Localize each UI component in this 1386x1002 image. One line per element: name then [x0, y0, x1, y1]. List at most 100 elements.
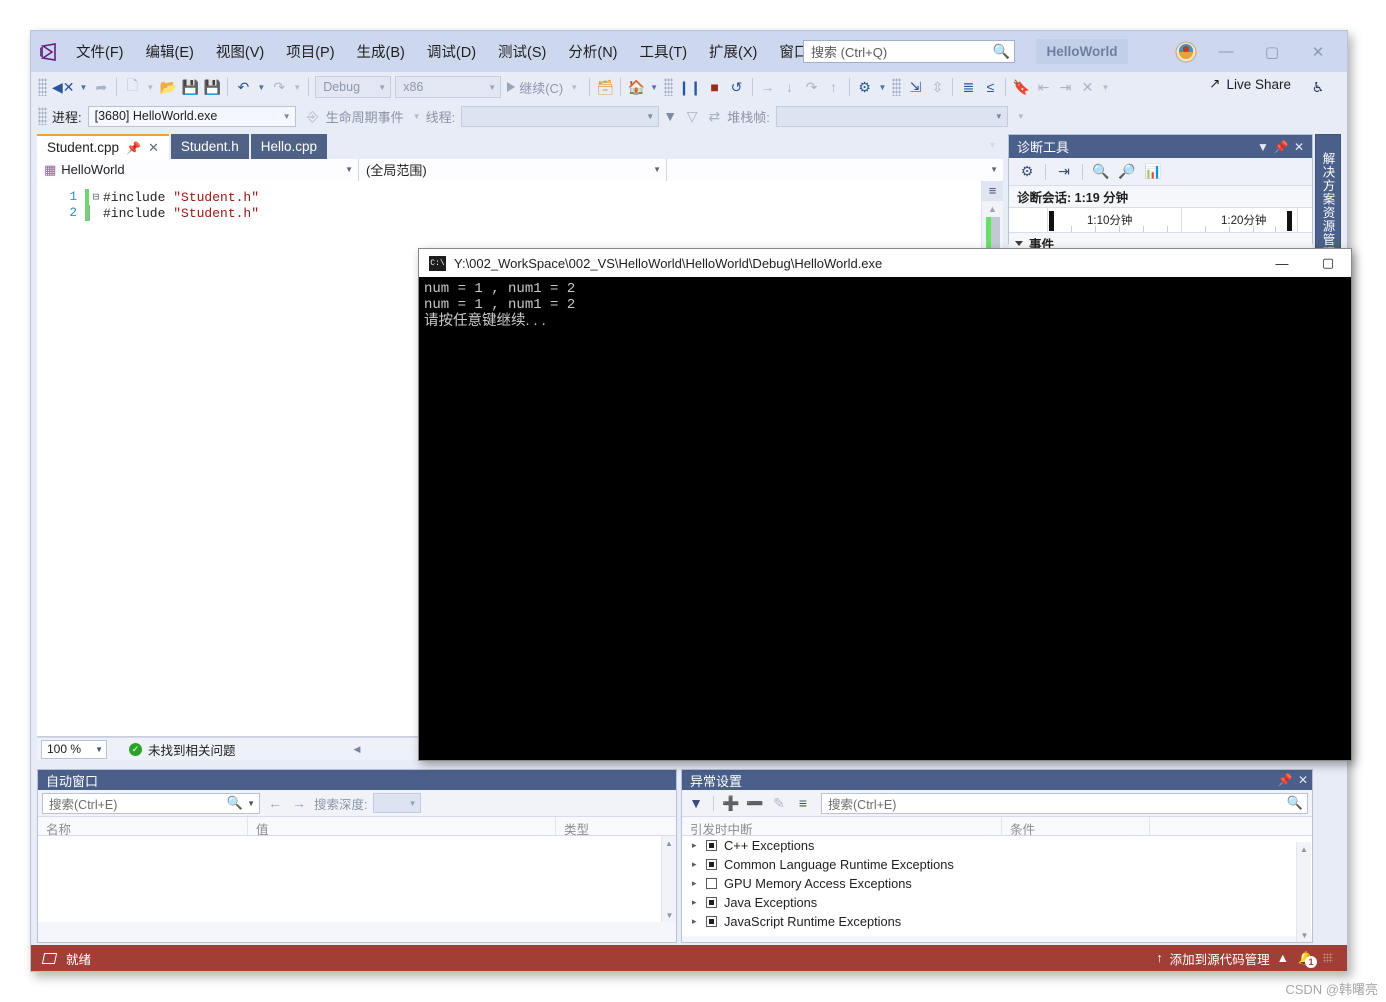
search-depth-select[interactable]: ▼ — [373, 793, 422, 813]
table-row[interactable]: ▸ Common Language Runtime Exceptions — [682, 855, 1312, 874]
edit-condition-icon[interactable]: ✎ — [769, 793, 789, 813]
table-row[interactable]: ▸ Java Exceptions — [682, 893, 1312, 912]
exception-vertical-scrollbar[interactable]: ▲ ▼ — [1296, 842, 1312, 942]
column-header-value[interactable]: 值 — [248, 817, 556, 837]
scroll-up-icon[interactable]: ▲ — [982, 201, 1003, 217]
expander-icon[interactable]: ▸ — [692, 916, 699, 927]
redo-icon[interactable]: ↷ — [268, 76, 290, 98]
resize-grip-icon[interactable] — [1323, 953, 1333, 963]
toolbar-overflow-icon[interactable]: ▼ — [1014, 112, 1028, 121]
pin-icon[interactable]: 📌 — [1276, 773, 1294, 787]
autos-vertical-scrollbar[interactable]: ▲ ▼ — [661, 836, 676, 922]
horizontal-scroll-left-icon[interactable]: ◀ — [354, 744, 361, 755]
pin-icon[interactable]: 📌 — [126, 141, 141, 155]
scroll-up-icon[interactable]: ▲ — [1297, 842, 1311, 856]
menu-item-debug[interactable]: 调试(D) — [417, 37, 486, 66]
menu-item-file[interactable]: 文件(F) — [66, 37, 134, 66]
editor-tab-hello-cpp[interactable]: Hello.cpp — [250, 134, 327, 159]
platform-select[interactable]: x86 ▼ — [395, 76, 502, 98]
pause-icon[interactable]: ❙❙ — [676, 76, 703, 98]
flag-just-my-code-icon[interactable]: ▽ — [681, 105, 703, 127]
step-into-icon[interactable]: ↓ — [779, 76, 801, 98]
comment-selection-icon[interactable]: ⇲ — [904, 76, 926, 98]
tab-overflow-caret-icon[interactable]: ▼ — [988, 140, 997, 150]
member-detail-select[interactable]: ▼ — [667, 158, 1003, 181]
autos-search-input[interactable]: 搜索(Ctrl+E) 🔍 ▼ — [42, 792, 260, 814]
chart-icon[interactable]: 📊 — [1141, 161, 1165, 183]
navigate-back-icon[interactable]: ← — [266, 795, 284, 811]
column-header-condition[interactable]: 条件 — [1002, 817, 1150, 837]
uncomment-selection-icon[interactable]: ⇳ — [926, 76, 948, 98]
menu-item-test[interactable]: 测试(S) — [488, 37, 556, 66]
split-view-icon[interactable]: ≡ — [982, 181, 1003, 201]
editor-tab-student-h[interactable]: Student.h — [170, 134, 249, 159]
toggle-bookmark-icon[interactable]: 🔖 — [1010, 76, 1032, 98]
toolbar-overflow-icon[interactable]: ▼ — [1098, 83, 1112, 92]
increase-indent-icon[interactable]: ≣ — [957, 76, 979, 98]
notifications-button[interactable]: 🔔 1 — [1296, 949, 1317, 968]
continue-debug-button[interactable]: 继续(C) ▼ — [503, 78, 585, 97]
exception-checkbox[interactable] — [706, 916, 717, 927]
menu-item-project[interactable]: 项目(P) — [276, 37, 344, 66]
close-icon[interactable]: ✕ — [1294, 773, 1312, 787]
close-icon[interactable]: ✕ — [148, 140, 159, 156]
menu-item-extensions[interactable]: 扩展(X) — [699, 37, 767, 66]
project-scope-select[interactable]: ▦ HelloWorld ▼ — [37, 158, 359, 181]
autos-grid-body[interactable]: ▲ ▼ — [38, 836, 676, 922]
toolbar-grip[interactable] — [664, 78, 674, 96]
intellitrace-icon[interactable]: ⚙ — [854, 76, 876, 98]
scroll-down-icon[interactable]: ▼ — [662, 908, 677, 922]
next-bookmark-icon[interactable]: ⇥ — [1054, 76, 1076, 98]
exception-checkbox[interactable] — [706, 859, 717, 870]
toolbar-grip[interactable] — [892, 78, 902, 96]
build-configuration-select[interactable]: Debug ▼ — [315, 76, 392, 98]
stackframe-select[interactable]: ▼ — [775, 105, 1008, 127]
feedback-icon[interactable]: ♿ — [1307, 76, 1329, 98]
export-icon[interactable]: ⇥ — [1052, 161, 1076, 183]
remove-exception-icon[interactable]: ➖ — [745, 793, 765, 813]
exception-checkbox[interactable] — [706, 840, 717, 851]
live-share-button[interactable]: ↗ Live Share — [1209, 76, 1291, 92]
exception-rows[interactable]: ▸ C++ Exceptions ▸ Common Language Runti… — [682, 836, 1312, 942]
exception-search-input[interactable]: 搜索(Ctrl+E) 🔍 — [821, 792, 1308, 814]
redo-dropdown-caret-icon[interactable]: ▼ — [290, 83, 304, 92]
source-control-button[interactable]: 添加到源代码管理 — [1170, 949, 1270, 968]
minimize-button[interactable]: — — [1203, 37, 1249, 67]
previous-bookmark-icon[interactable]: ⇤ — [1032, 76, 1054, 98]
column-header-type[interactable]: 类型 — [556, 817, 676, 837]
flag-filter-icon[interactable]: ▼ — [659, 105, 681, 127]
chevron-up-icon[interactable]: ▲ — [1277, 951, 1289, 965]
menu-item-tools[interactable]: 工具(T) — [630, 37, 698, 66]
exception-checkbox[interactable] — [706, 897, 717, 908]
save-icon[interactable]: 💾 — [179, 76, 201, 98]
expander-icon[interactable]: ▸ — [692, 878, 699, 889]
step-over-icon[interactable]: ↷ — [801, 76, 823, 98]
filter-icon[interactable]: ▼ — [686, 793, 706, 813]
lifecycle-events-icon[interactable]: ⎆ — [302, 105, 324, 127]
zoom-level-select[interactable]: 100 % ▼ — [41, 739, 107, 759]
decrease-indent-icon[interactable]: ≤ — [979, 76, 1001, 98]
expander-icon[interactable]: ▸ — [692, 859, 699, 870]
hot-reload-icon[interactable]: 🏠 — [625, 76, 647, 98]
navigate-forward-icon[interactable]: → — [290, 795, 308, 811]
navigate-backward-icon[interactable]: ◀✕ — [50, 76, 77, 98]
menu-item-analyze[interactable]: 分析(N) — [558, 37, 627, 66]
thread-select[interactable]: ▼ — [461, 105, 660, 127]
chevron-down-icon[interactable]: ▼ — [247, 799, 255, 808]
user-account-avatar[interactable] — [1175, 41, 1197, 63]
quick-search-input[interactable]: 搜索 (Ctrl+Q) 🔍 — [803, 40, 1015, 63]
navigate-forward-icon[interactable]: ➦ — [90, 76, 112, 98]
settings-gear-icon[interactable]: ⚙ — [1015, 161, 1039, 183]
scroll-up-icon[interactable]: ▲ — [662, 836, 676, 850]
expander-triangle-icon[interactable] — [1015, 240, 1023, 246]
expander-icon[interactable]: ▸ — [692, 840, 699, 851]
table-row[interactable]: ▸ JavaScript Runtime Exceptions — [682, 912, 1312, 931]
new-dropdown-caret-icon[interactable]: ▼ — [143, 83, 157, 92]
attach-process-icon[interactable]: 🗃 — [594, 76, 616, 98]
new-project-icon[interactable]: 🗋 — [121, 76, 143, 98]
diagnostic-timeline[interactable]: 1:10分钟 1:20分钟 — [1009, 207, 1312, 233]
scroll-down-icon[interactable]: ▼ — [1297, 928, 1312, 942]
fold-toggle-icon[interactable]: ⊟ — [89, 190, 103, 204]
close-icon[interactable]: ✕ — [1290, 140, 1308, 154]
toolbar-grip[interactable] — [38, 107, 47, 125]
